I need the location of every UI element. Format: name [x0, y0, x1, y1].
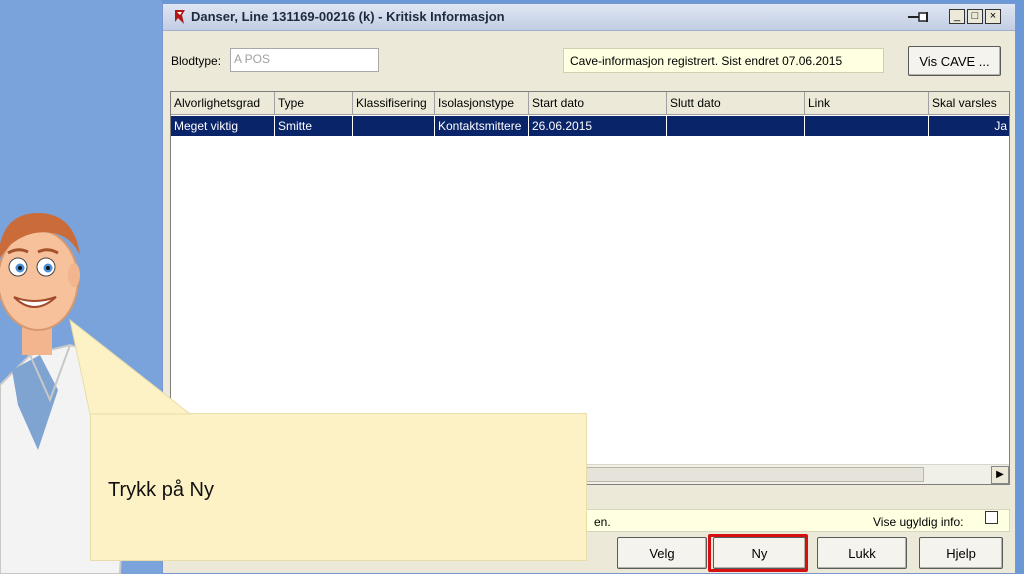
- select-button[interactable]: Velg: [617, 537, 707, 569]
- invalid-info-label: Vise ugyldig info:: [873, 515, 964, 529]
- minimize-button[interactable]: _: [949, 9, 965, 24]
- help-button[interactable]: Hjelp: [919, 537, 1003, 569]
- invalid-info-checkbox[interactable]: [985, 511, 998, 524]
- title-bar[interactable]: Danser, Line 131169-00216 (k) - Kritisk …: [163, 4, 1015, 31]
- cell-start-date: 26.06.2015: [529, 116, 667, 136]
- instruction-callout: Trykk på Ny: [90, 413, 587, 561]
- cell-type: Smitte: [275, 116, 353, 136]
- column-header[interactable]: Link: [805, 92, 929, 115]
- highlight-new-button: [708, 534, 808, 572]
- window-title: Danser, Line 131169-00216 (k) - Kritisk …: [191, 9, 505, 24]
- column-header[interactable]: Slutt dato: [667, 92, 805, 115]
- status-text: en.: [594, 515, 611, 529]
- column-header[interactable]: Klassifisering: [353, 92, 435, 115]
- show-cave-button[interactable]: Vis CAVE ...: [908, 46, 1001, 76]
- table-header: Alvorlighetsgrad Type Klassifisering Iso…: [171, 92, 1009, 116]
- instruction-text: Trykk på Ny: [108, 479, 214, 501]
- cell-classification: [353, 116, 435, 136]
- maximize-button[interactable]: □: [967, 9, 983, 24]
- column-header[interactable]: Skal varsles: [929, 92, 1009, 115]
- table-row[interactable]: Meget viktig Smitte Kontaktsmittere 26.0…: [171, 116, 1009, 136]
- cell-severity: Meget viktig: [171, 116, 275, 136]
- close-button[interactable]: ×: [985, 9, 1001, 24]
- bloodtype-label: Blodtype:: [171, 54, 222, 68]
- close-dialog-button[interactable]: Lukk: [817, 537, 907, 569]
- cell-notify: Ja: [929, 116, 1009, 136]
- column-header[interactable]: Start dato: [529, 92, 667, 115]
- cave-info-banner: Cave-informasjon registrert. Sist endret…: [563, 48, 884, 73]
- pin-icon[interactable]: [907, 10, 933, 24]
- bloodtype-field[interactable]: A POS: [230, 48, 379, 72]
- cell-end-date: [667, 116, 805, 136]
- cell-link: [805, 116, 929, 136]
- scroll-right-arrow-icon[interactable]: ▶: [991, 466, 1009, 484]
- callout-pointer: [69, 318, 192, 415]
- cell-isolation-type: Kontaktsmittere: [435, 116, 529, 136]
- app-logo-icon: [175, 10, 185, 24]
- column-header[interactable]: Alvorlighetsgrad: [171, 92, 275, 115]
- column-header[interactable]: Isolasjonstype: [435, 92, 529, 115]
- column-header[interactable]: Type: [275, 92, 353, 115]
